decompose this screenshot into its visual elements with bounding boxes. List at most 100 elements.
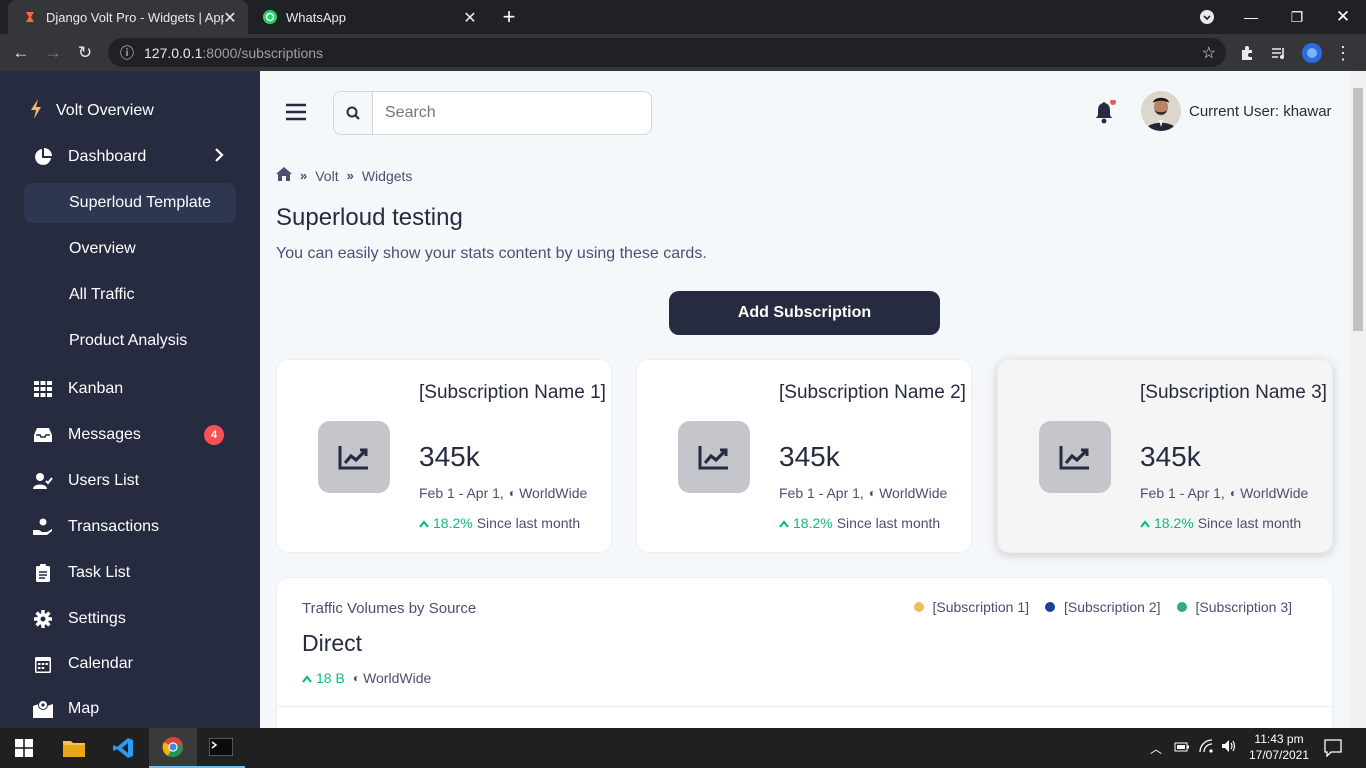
breadcrumb-separator-icon: » <box>300 168 308 183</box>
home-icon[interactable] <box>276 167 292 184</box>
bookmark-star-icon[interactable]: ☆ <box>1202 43 1216 63</box>
tab-django-volt[interactable]: Django Volt Pro - Widgets | AppS ✕ <box>8 0 248 34</box>
hand-coin-icon <box>32 518 54 536</box>
user-menu[interactable]: Current User: khawar <box>1141 91 1332 131</box>
subscription-card[interactable]: [Subscription Name 2] 345k Feb 1 - Apr 1… <box>636 359 972 553</box>
scrollbar-thumb[interactable] <box>1353 88 1363 331</box>
sidebar-item-superloud-template[interactable]: Superloud Template <box>24 183 236 223</box>
sidebar-item-transactions[interactable]: Transactions <box>24 507 236 547</box>
add-subscription-button[interactable]: Add Subscription <box>669 291 940 335</box>
sidebar-item-map[interactable]: Map <box>24 689 236 729</box>
sidebar-item-product-analysis[interactable]: Product Analysis <box>24 321 236 361</box>
info-icon[interactable]: ⓘ <box>120 43 134 63</box>
terminal-icon[interactable] <box>197 728 245 768</box>
extensions-icon[interactable] <box>1234 40 1260 66</box>
volume-icon[interactable] <box>1221 739 1237 758</box>
sidebar-item-label: Overview <box>69 240 136 257</box>
restore-button[interactable]: ❐ <box>1274 0 1320 34</box>
gear-icon <box>32 610 54 628</box>
search-icon <box>334 92 373 134</box>
pie-chart-icon <box>32 148 54 166</box>
wifi-icon[interactable] <box>1199 739 1215 758</box>
sidebar-item-label: Superloud Template <box>69 194 212 211</box>
tab-whatsapp[interactable]: WhatsApp ✕ <box>248 0 488 34</box>
windows-start-icon[interactable] <box>0 728 48 768</box>
vscode-icon[interactable] <box>99 728 147 768</box>
sidebar-item-label: Dashboard <box>68 148 147 165</box>
search-input[interactable] <box>373 92 651 134</box>
sidebar-item-overview[interactable]: Overview <box>24 229 236 269</box>
traffic-value: Direct <box>302 630 363 656</box>
forward-icon[interactable]: → <box>40 40 66 66</box>
subscription-name: [Subscription Name 3] <box>1140 382 1327 403</box>
sidebar-item-label: Product Analysis <box>69 332 188 349</box>
sidebar-brand[interactable]: Volt Overview <box>30 91 242 131</box>
breadcrumb-volt[interactable]: Volt <box>315 168 338 184</box>
divider <box>277 706 1332 707</box>
delta-value: 18.2% <box>433 515 473 531</box>
chrome-icon[interactable] <box>149 728 197 768</box>
minimize-button[interactable]: — <box>1228 0 1274 34</box>
sidebar: Volt Overview Dashboard Superloud Templa… <box>0 71 260 728</box>
grid-icon <box>32 381 54 397</box>
subscription-name: [Subscription Name 1] <box>419 382 606 403</box>
legend-item[interactable]: [Subscription 2] <box>1045 599 1161 615</box>
new-tab-button[interactable]: + <box>486 0 532 34</box>
back-icon[interactable]: ← <box>8 40 34 66</box>
notification-center-icon[interactable] <box>1324 739 1342 762</box>
brand-label: Volt Overview <box>56 102 154 119</box>
delta-value: 18.2% <box>1154 515 1194 531</box>
legend-item[interactable]: [Subscription 1] <box>913 599 1030 615</box>
subscription-card[interactable]: [Subscription Name 1] 345k Feb 1 - Apr 1… <box>276 359 612 553</box>
battery-icon[interactable] <box>1174 740 1190 758</box>
system-clock[interactable]: 11:43 pm 17/07/2021 <box>1244 731 1314 763</box>
hamburger-menu-icon[interactable] <box>286 103 306 126</box>
delta-value: 18.2% <box>793 515 833 531</box>
sidebar-item-label: Transactions <box>68 518 159 535</box>
sidebar-item-label: Map <box>68 700 100 717</box>
map-pin-icon <box>32 700 54 718</box>
sidebar-item-dashboard[interactable]: Dashboard <box>24 137 236 177</box>
tab-search-icon[interactable] <box>1184 0 1230 34</box>
subscription-value: 345k <box>419 441 480 472</box>
sidebar-item-label: All Traffic <box>69 286 135 303</box>
page-subtitle: You can easily show your stats content b… <box>276 245 707 262</box>
sidebar-item-kanban[interactable]: Kanban <box>24 369 236 409</box>
profile-avatar-icon[interactable] <box>1299 40 1325 66</box>
chevron-right-icon <box>214 147 224 167</box>
close-tab-icon[interactable]: ✕ <box>462 8 478 28</box>
page-scrollbar[interactable] <box>1350 71 1366 728</box>
close-tab-icon[interactable]: ✕ <box>222 8 238 28</box>
traffic-delta-value: 18 B <box>316 670 345 686</box>
breadcrumb-widgets[interactable]: Widgets <box>362 168 413 184</box>
chevron-up-icon <box>1140 515 1150 531</box>
close-window-button[interactable]: ✕ <box>1320 0 1366 34</box>
tray-chevron-up-icon[interactable]: ︿ <box>1150 740 1162 757</box>
legend-label: [Subscription 2] <box>1064 599 1161 615</box>
clock-time: 11:43 pm <box>1254 732 1304 746</box>
subscription-date: Feb 1 - Apr 1, ◐ WorldWide <box>1140 485 1308 501</box>
sidebar-item-label: Task List <box>68 564 131 581</box>
legend-label: [Subscription 1] <box>932 599 1030 615</box>
django-volt-icon <box>22 9 38 25</box>
sidebar-item-all-traffic[interactable]: All Traffic <box>24 275 236 315</box>
reload-icon[interactable]: ↻ <box>72 40 98 66</box>
browser-menu-icon[interactable]: ⋮ <box>1330 40 1356 66</box>
subscription-delta: 18.2% Since last month <box>419 515 580 531</box>
globe-icon: ◐ <box>1229 486 1238 500</box>
file-explorer-icon[interactable] <box>50 728 98 768</box>
breadcrumb-separator-icon: » <box>346 168 354 183</box>
sidebar-item-messages[interactable]: Messages 4 <box>24 415 236 455</box>
legend-item[interactable]: [Subscription 3] <box>1176 599 1292 615</box>
notification-bell-icon[interactable] <box>1094 99 1116 129</box>
delta-label: Since last month <box>1197 515 1302 531</box>
sidebar-item-users-list[interactable]: Users List <box>24 461 236 501</box>
chart-legend: [Subscription 1] [Subscription 2] [Subsc… <box>898 599 1292 615</box>
subscription-card[interactable]: [Subscription Name 3] 345k Feb 1 - Apr 1… <box>997 359 1333 553</box>
url-field[interactable]: ⓘ 127.0.0.1 :8000/subscriptions ☆ <box>108 38 1226 67</box>
sidebar-item-calendar[interactable]: Calendar <box>24 644 236 684</box>
media-control-icon[interactable] <box>1266 40 1292 66</box>
sidebar-item-task-list[interactable]: Task List <box>24 553 236 593</box>
calendar-icon <box>32 655 54 673</box>
sidebar-item-settings[interactable]: Settings <box>24 599 236 639</box>
